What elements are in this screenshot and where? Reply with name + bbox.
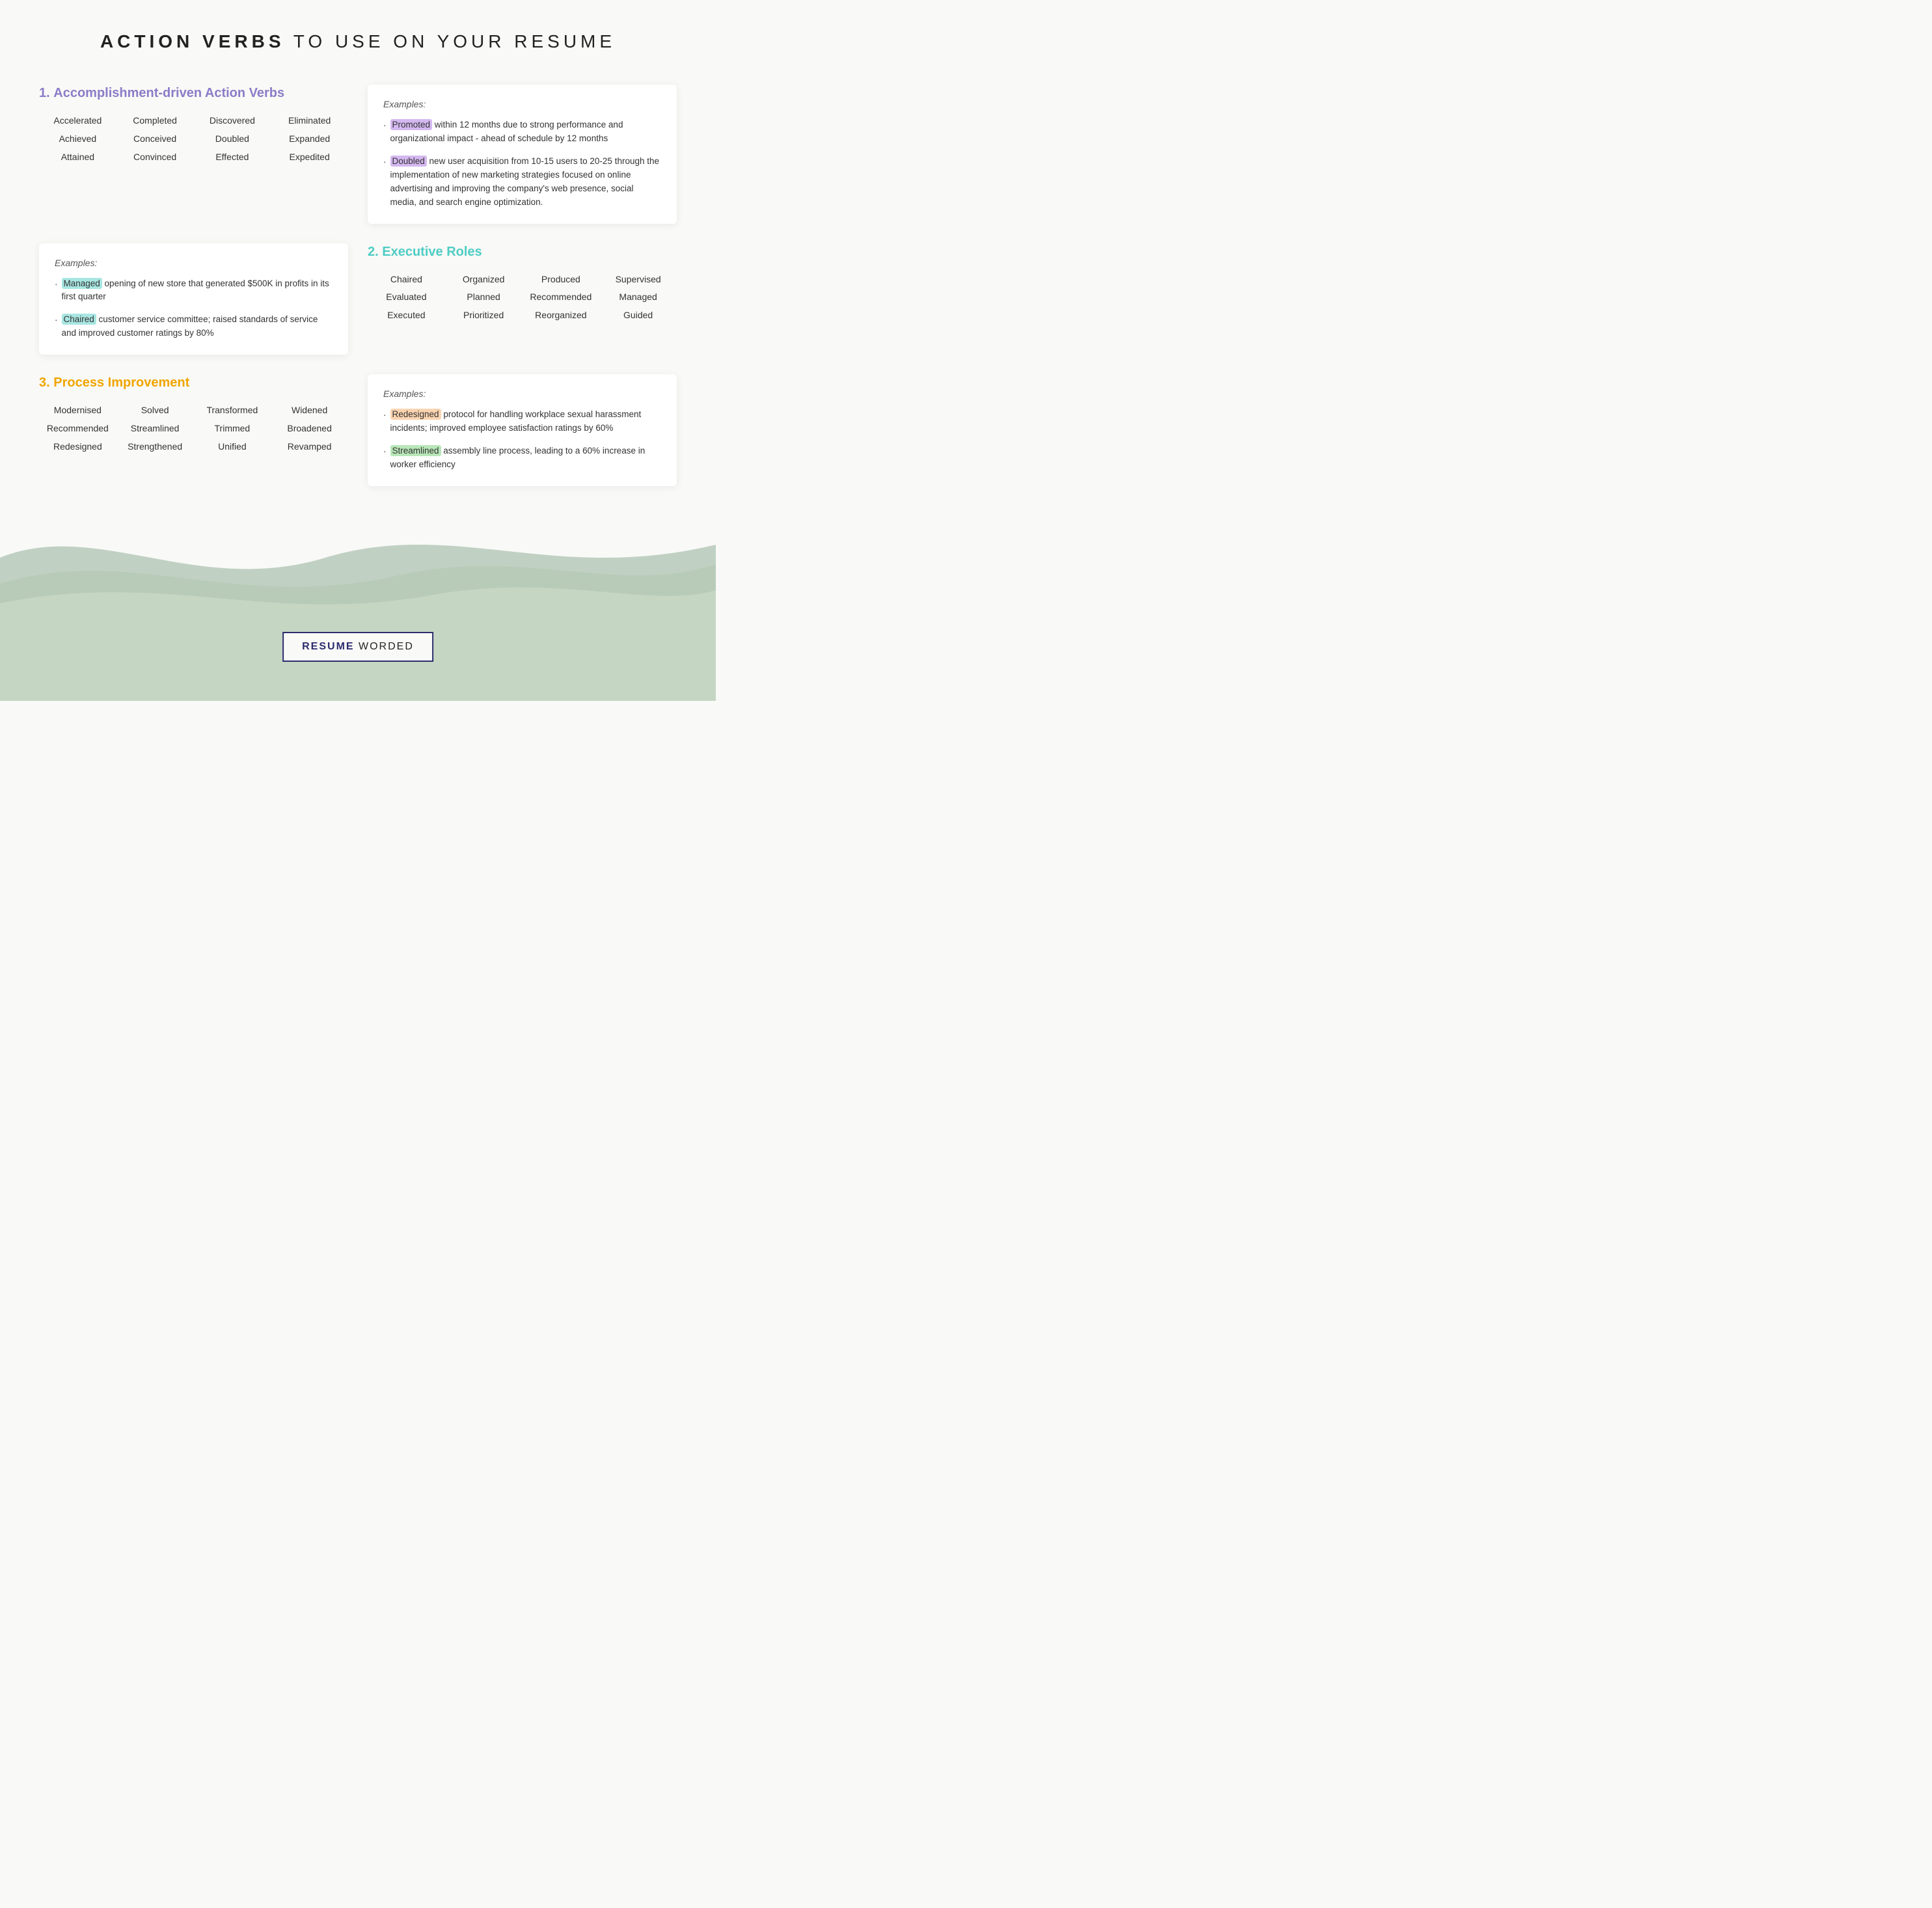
section3-col3: Transformed Trimmed Unified bbox=[194, 403, 271, 454]
page-title: ACTION VERBS TO USE ON YOUR RESUME bbox=[0, 31, 716, 52]
highlight-promoted: Promoted bbox=[390, 119, 433, 130]
section1-left-example-2-text: Chaired customer service committee; rais… bbox=[62, 313, 333, 340]
section3-heading: 3. Process Improvement bbox=[39, 374, 348, 391]
section2-col4: Supervised Managed Guided bbox=[599, 272, 677, 323]
section3-left: 3. Process Improvement Modernised Recomm… bbox=[39, 374, 348, 454]
section1-left-example-2: · Chaired customer service committee; ra… bbox=[55, 313, 333, 340]
section1-left-card-wrapper: Examples: · Managed opening of new store… bbox=[39, 243, 348, 355]
bullet-dot-5: · bbox=[383, 409, 387, 435]
section2-col3: Produced Recommended Reorganized bbox=[523, 272, 600, 323]
wave-background bbox=[0, 493, 716, 701]
section3-example-1: · Redesigned protocol for handling workp… bbox=[383, 408, 661, 435]
section1-example-2: · Doubled new user acquisition from 10-1… bbox=[383, 155, 661, 210]
bullet-dot-6: · bbox=[383, 445, 387, 472]
section2-col1: Chaired Evaluated Executed bbox=[368, 272, 445, 323]
highlight-redesigned: Redesigned bbox=[390, 409, 441, 420]
section1-card: Examples: · Promoted within 12 months du… bbox=[368, 85, 677, 224]
bullet-dot-3: · bbox=[55, 278, 58, 305]
highlight-managed: Managed bbox=[62, 278, 102, 289]
section3-col2: Solved Streamlined Strengthened bbox=[116, 403, 194, 454]
highlight-streamlined: Streamlined bbox=[390, 445, 441, 456]
footer-logo-rest: WORDED bbox=[355, 641, 414, 652]
bullet-dot-4: · bbox=[55, 314, 58, 340]
section1-example-1: · Promoted within 12 months due to stron… bbox=[383, 118, 661, 146]
section1-example-1-text: Promoted within 12 months due to strong … bbox=[390, 118, 662, 146]
section3-col1: Modernised Recommended Redesigned bbox=[39, 403, 116, 454]
section3-example-2-text: Streamlined assembly line process, leadi… bbox=[390, 444, 662, 472]
section1-examples-label: Examples: bbox=[383, 99, 661, 109]
section3-example-card: Examples: · Redesigned protocol for hand… bbox=[368, 374, 677, 486]
section1-example-card: Examples: · Promoted within 12 months du… bbox=[368, 85, 677, 224]
section1-word-grid: Accelerated Achieved Attained Completed … bbox=[39, 113, 348, 165]
section1-left-card: Examples: · Managed opening of new store… bbox=[39, 243, 348, 355]
section3-examples-label: Examples: bbox=[383, 388, 661, 399]
section2-row: Examples: · Managed opening of new store… bbox=[39, 243, 677, 355]
footer-logo-bold: RESUME bbox=[302, 641, 354, 652]
section1-heading: 1. Accomplishment-driven Action Verbs bbox=[39, 85, 348, 102]
section2-word-grid: Chaired Evaluated Executed Organized Pla… bbox=[368, 272, 677, 323]
section1-col4: Eliminated Expanded Expedited bbox=[271, 113, 348, 165]
section2-col2: Organized Planned Prioritized bbox=[445, 272, 523, 323]
bullet-dot-2: · bbox=[383, 156, 387, 210]
section1-col2: Completed Conceived Convinced bbox=[116, 113, 194, 165]
section3-col4: Widened Broadened Revamped bbox=[271, 403, 348, 454]
section3-example-1-text: Redesigned protocol for handling workpla… bbox=[390, 408, 662, 435]
highlight-chaired: Chaired bbox=[62, 314, 96, 325]
page-wrapper: ACTION VERBS TO USE ON YOUR RESUME 1. Ac… bbox=[0, 0, 716, 701]
section1-left-example-1: · Managed opening of new store that gene… bbox=[55, 277, 333, 305]
section1-row: 1. Accomplishment-driven Action Verbs Ac… bbox=[39, 85, 677, 224]
highlight-doubled: Doubled bbox=[390, 156, 427, 167]
bullet-dot: · bbox=[383, 119, 387, 146]
section1-left-example-1-text: Managed opening of new store that genera… bbox=[62, 277, 333, 305]
section3-card: Examples: · Redesigned protocol for hand… bbox=[368, 374, 677, 486]
section1-example-2-text: Doubled new user acquisition from 10-15 … bbox=[390, 155, 662, 210]
section2-heading: 2. Executive Roles bbox=[368, 243, 677, 260]
section3-example-2: · Streamlined assembly line process, lea… bbox=[383, 444, 661, 472]
section1-col1: Accelerated Achieved Attained bbox=[39, 113, 116, 165]
section1-col3: Discovered Doubled Effected bbox=[194, 113, 271, 165]
section1-left-examples-label: Examples: bbox=[55, 258, 333, 268]
wave-section: RESUME WORDED bbox=[0, 493, 716, 701]
page-header: ACTION VERBS TO USE ON YOUR RESUME bbox=[0, 0, 716, 72]
section3-row: 3. Process Improvement Modernised Recomm… bbox=[39, 374, 677, 486]
main-content: 1. Accomplishment-driven Action Verbs Ac… bbox=[0, 72, 716, 486]
section3-word-grid: Modernised Recommended Redesigned Solved… bbox=[39, 403, 348, 454]
section2-right: 2. Executive Roles Chaired Evaluated Exe… bbox=[368, 243, 677, 323]
footer-logo: RESUME WORDED bbox=[282, 632, 433, 662]
section1-left: 1. Accomplishment-driven Action Verbs Ac… bbox=[39, 85, 348, 165]
